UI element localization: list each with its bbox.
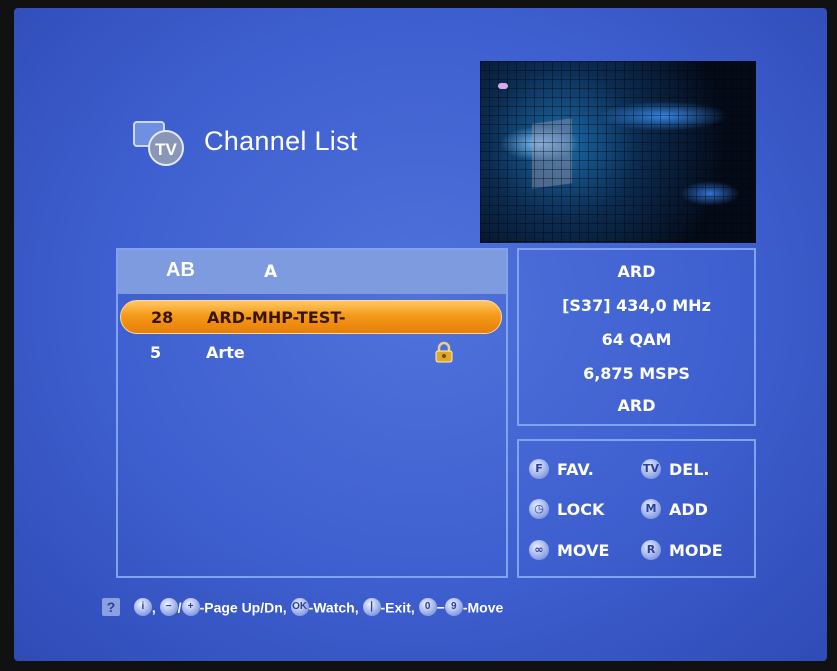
channel-number: 28 bbox=[151, 308, 174, 327]
lock-label: LOCK bbox=[557, 500, 605, 519]
help-exit-text: -Exit, bbox=[380, 599, 415, 616]
info-frequency: [S37] 434,0 MHz bbox=[562, 296, 711, 315]
mode-label: MODE bbox=[669, 541, 723, 560]
info-modulation: 64 QAM bbox=[601, 330, 672, 349]
ok-button-icon: OK bbox=[290, 598, 309, 617]
add-label: ADD bbox=[669, 500, 708, 519]
channel-name: ARD-MHP-TEST- bbox=[207, 308, 346, 327]
tv-button-icon: TV bbox=[641, 459, 661, 479]
video-preview bbox=[480, 61, 756, 243]
tv-screen: TV Channel List AB A 28 ARD-MHP-TEST- 5 … bbox=[14, 8, 827, 661]
sort-ab-icon[interactable]: AB bbox=[166, 259, 200, 283]
help-bar: ? i, − / + -Page Up/Dn, OK -Watch, ❘ -Exit, 0… bbox=[102, 598, 503, 620]
exit-button-icon: ❘ bbox=[362, 598, 381, 617]
channel-number: 5 bbox=[150, 343, 162, 362]
help-move-text: -Move bbox=[462, 599, 504, 616]
clock-button-icon: ◷ bbox=[529, 499, 549, 519]
m-button-icon: M bbox=[641, 499, 661, 519]
f-button-icon: F bbox=[529, 459, 549, 479]
tv-icon-text: TV bbox=[155, 140, 177, 159]
lock-icon bbox=[435, 341, 453, 363]
help-separator: / bbox=[177, 599, 182, 616]
function-keys-panel: F FAV. TV DEL. ◷ LOCK M ADD ∞ MOVE R MOD… bbox=[517, 439, 756, 578]
delete-label: DEL. bbox=[669, 460, 710, 479]
move-label: MOVE bbox=[557, 541, 610, 560]
list-header: AB A bbox=[118, 250, 506, 294]
help-dash: − bbox=[436, 599, 445, 616]
page-title-text: Channel List bbox=[204, 126, 358, 156]
channel-name: Arte bbox=[206, 343, 245, 362]
fav-label: FAV. bbox=[557, 460, 594, 479]
nine-button-icon: 9 bbox=[444, 598, 463, 617]
move-button-icon: ∞ bbox=[529, 540, 549, 560]
info-button-icon: i bbox=[133, 598, 152, 617]
tv-icon: TV bbox=[133, 121, 184, 166]
help-page-text: -Page Up/Dn, bbox=[199, 599, 287, 616]
channel-info-panel: ARD [S37] 434,0 MHz 64 QAM 6,875 MSPS AR… bbox=[517, 248, 756, 426]
info-provider: ARD bbox=[617, 396, 656, 415]
sort-letter: A bbox=[264, 262, 278, 282]
zero-button-icon: 0 bbox=[418, 598, 437, 617]
info-channel-name: ARD bbox=[617, 262, 656, 281]
channel-row-selected[interactable]: 28 ARD-MHP-TEST- bbox=[120, 300, 502, 334]
plus-button-icon: + bbox=[181, 598, 200, 617]
channel-list: AB A 28 ARD-MHP-TEST- 5 Arte bbox=[116, 248, 508, 578]
help-watch-text: -Watch, bbox=[308, 599, 359, 616]
page-title: TV Channel List bbox=[132, 114, 402, 174]
info-symbol-rate: 6,875 MSPS bbox=[583, 364, 690, 383]
channel-row[interactable]: 5 Arte bbox=[120, 336, 502, 370]
r-button-icon: R bbox=[641, 540, 661, 560]
help-separator: , bbox=[151, 599, 156, 616]
help-icon: ? bbox=[102, 598, 120, 617]
minus-button-icon: − bbox=[159, 598, 178, 617]
